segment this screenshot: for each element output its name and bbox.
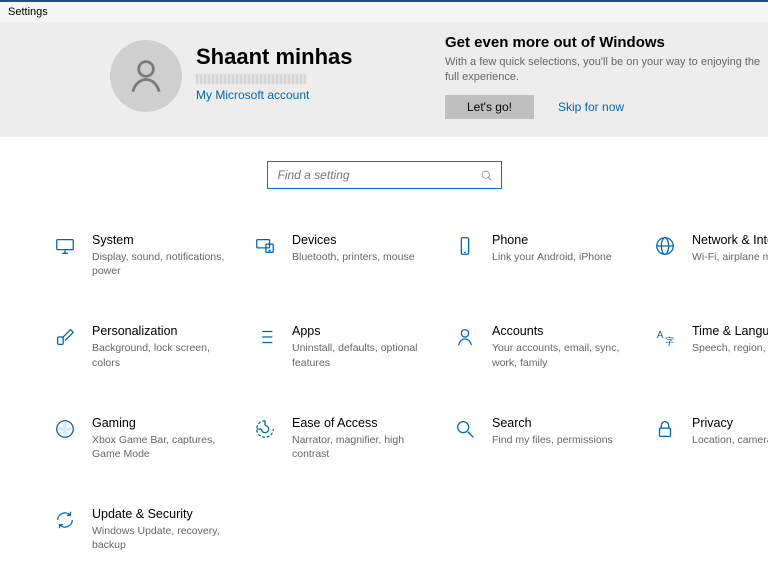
promo-text: With a few quick selections, you'll be o… — [445, 55, 765, 85]
category-title: Phone — [492, 233, 612, 247]
category-title: Gaming — [92, 416, 237, 430]
category-title: Update & Security — [92, 507, 237, 521]
category-search[interactable]: Search Find my files, permissions — [452, 416, 652, 461]
category-update-security[interactable]: Update & Security Windows Update, recover… — [52, 507, 252, 552]
category-privacy[interactable]: Privacy Location, camera, — [652, 416, 768, 461]
system-icon — [52, 233, 78, 259]
settings-grid: System Display, sound, notifications, pow… — [0, 233, 768, 552]
svg-text:字: 字 — [665, 336, 674, 347]
category-network[interactable]: Network & Internet Wi-Fi, airplane mode — [652, 233, 768, 278]
accounts-icon — [452, 324, 478, 350]
category-desc: Narrator, magnifier, high contrast — [292, 433, 437, 461]
category-desc: Location, camera, — [692, 433, 768, 447]
skip-for-now-link[interactable]: Skip for now — [558, 100, 624, 114]
category-desc: Your accounts, email, sync, work, family — [492, 341, 637, 369]
category-desc: Speech, region, date — [692, 341, 768, 355]
category-desc: Display, sound, notifications, power — [92, 250, 237, 278]
promo-title: Get even more out of Windows — [445, 34, 768, 51]
category-desc: Bluetooth, printers, mouse — [292, 250, 415, 264]
privacy-icon — [652, 416, 678, 442]
category-title: Network & Internet — [692, 233, 768, 247]
svg-text:A: A — [657, 330, 664, 341]
category-desc: Find my files, permissions — [492, 433, 613, 447]
category-desc: Link your Android, iPhone — [492, 250, 612, 264]
user-block: Shaant minhas My Microsoft account — [196, 44, 352, 137]
lets-go-button[interactable]: Let's go! — [445, 95, 534, 119]
ease-of-access-icon — [252, 416, 278, 442]
window-title: Settings — [8, 6, 48, 18]
header-panel: Shaant minhas My Microsoft account Get e… — [0, 22, 768, 137]
category-accounts[interactable]: Accounts Your accounts, email, sync, work… — [452, 324, 652, 369]
category-title: Privacy — [692, 416, 768, 430]
search-input[interactable] — [276, 167, 480, 183]
search-category-icon — [452, 416, 478, 442]
window-titlebar: Settings — [0, 0, 768, 22]
search-box[interactable] — [267, 161, 502, 189]
category-desc: Xbox Game Bar, captures, Game Mode — [92, 433, 237, 461]
category-title: Ease of Access — [292, 416, 437, 430]
category-title: Search — [492, 416, 613, 430]
category-time-language[interactable]: A字 Time & Language Speech, region, date — [652, 324, 768, 369]
category-phone[interactable]: Phone Link your Android, iPhone — [452, 233, 652, 278]
category-apps[interactable]: Apps Uninstall, defaults, optional featur… — [252, 324, 452, 369]
devices-icon — [252, 233, 278, 259]
category-desc: Uninstall, defaults, optional features — [292, 341, 437, 369]
search-icon — [480, 169, 493, 182]
apps-icon — [252, 324, 278, 350]
promo-panel: Get even more out of Windows With a few … — [445, 34, 768, 119]
category-title: Time & Language — [692, 324, 768, 338]
category-desc: Windows Update, recovery, backup — [92, 524, 237, 552]
person-icon — [125, 55, 167, 97]
phone-icon — [452, 233, 478, 259]
gaming-icon — [52, 416, 78, 442]
category-gaming[interactable]: Gaming Xbox Game Bar, captures, Game Mode — [52, 416, 252, 461]
search-wrap — [0, 161, 768, 189]
my-microsoft-account-link[interactable]: My Microsoft account — [196, 88, 352, 102]
promo-actions: Let's go! Skip for now — [445, 95, 768, 119]
personalization-icon — [52, 324, 78, 350]
category-title: Personalization — [92, 324, 237, 338]
category-title: System — [92, 233, 237, 247]
network-icon — [652, 233, 678, 259]
category-title: Accounts — [492, 324, 637, 338]
category-ease-of-access[interactable]: Ease of Access Narrator, magnifier, high … — [252, 416, 452, 461]
category-desc: Wi-Fi, airplane mode — [692, 250, 768, 264]
user-name: Shaant minhas — [196, 44, 352, 70]
user-avatar[interactable] — [110, 40, 182, 112]
user-email-redacted — [196, 74, 306, 84]
category-personalization[interactable]: Personalization Background, lock screen, … — [52, 324, 252, 369]
category-title: Devices — [292, 233, 415, 247]
category-title: Apps — [292, 324, 437, 338]
category-system[interactable]: System Display, sound, notifications, pow… — [52, 233, 252, 278]
time-language-icon: A字 — [652, 324, 678, 350]
category-devices[interactable]: Devices Bluetooth, printers, mouse — [252, 233, 452, 278]
category-desc: Background, lock screen, colors — [92, 341, 237, 369]
update-security-icon — [52, 507, 78, 533]
